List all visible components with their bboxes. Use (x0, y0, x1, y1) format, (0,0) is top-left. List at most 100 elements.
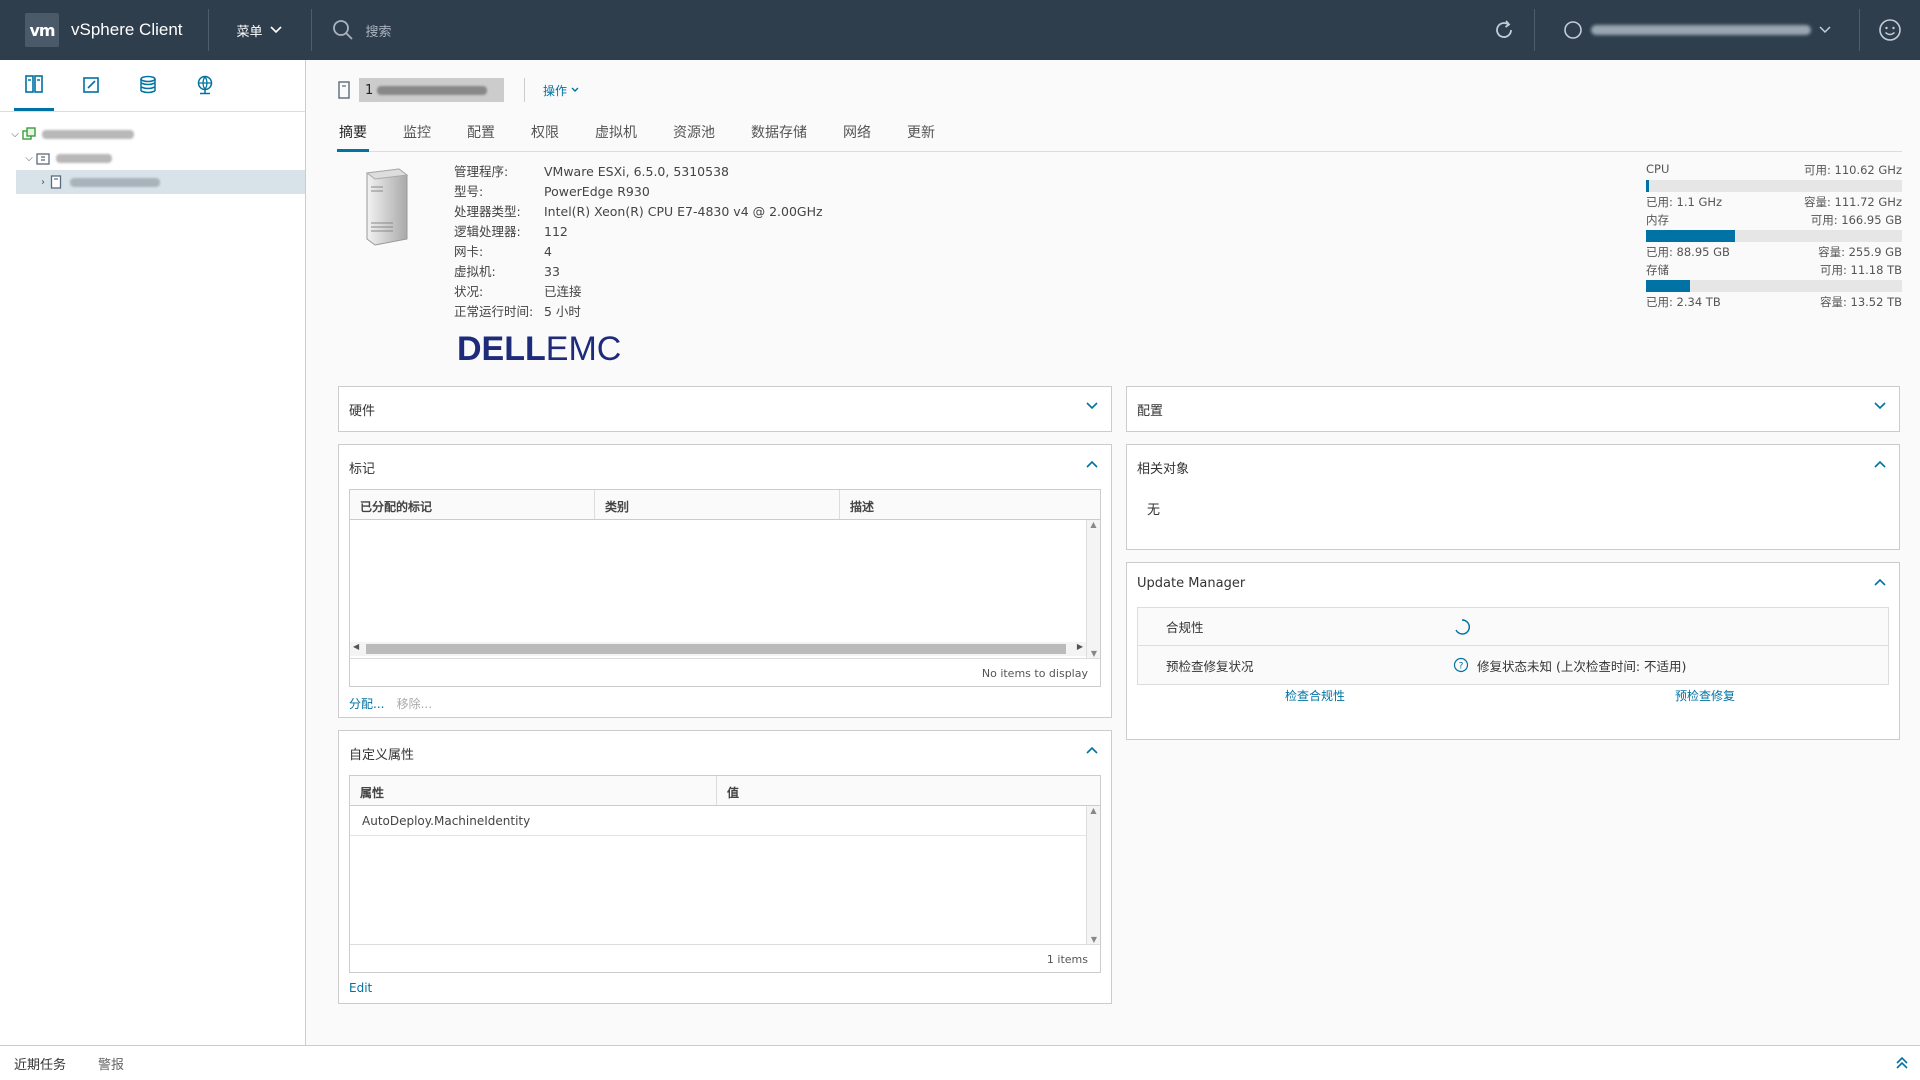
configuration-panel-title: 配置 (1137, 404, 1164, 419)
app-title[interactable]: vSphere Client (71, 20, 183, 40)
tab-vms[interactable]: 虚拟机 (593, 122, 639, 152)
actions-menu[interactable]: 操作 (524, 78, 580, 102)
expand-up-icon[interactable] (1894, 1055, 1910, 1071)
bottom-bar: 近期任务 警报 (0, 1045, 1920, 1080)
tree-node-host[interactable]: › (16, 170, 305, 194)
object-title: 1 (359, 78, 504, 102)
search-placeholder: 搜索 (365, 24, 392, 40)
vcenter-name-redacted (42, 129, 134, 139)
chevron-down-icon[interactable]: ⌵ (8, 129, 22, 140)
menu-label: 菜单 (236, 24, 263, 40)
chevron-right-icon[interactable]: › (36, 177, 50, 188)
host-properties: 管理程序: VMware ESXi, 6.5.0, 5310538 型号: Powe… (454, 162, 823, 322)
prop-nics: 网卡: 4 (454, 244, 552, 259)
tree-node-datacenter[interactable]: ⌵ (0, 146, 305, 170)
help-icon[interactable]: ? (1453, 657, 1469, 673)
tab-permissions[interactable]: 权限 (529, 122, 561, 152)
tags-grid: 已分配的标记 类别 描述 ▲ ▼ ◀ ▶ No items to display (349, 489, 1101, 687)
chevron-down-icon[interactable] (1873, 399, 1887, 413)
prop-processor-type: 处理器类型: Intel(R) Xeon(R) CPU E7-4830 v4 @ … (454, 204, 823, 219)
precheck-label: 预检查修复状况 (1166, 658, 1254, 674)
vm-logo[interactable]: vm (25, 13, 59, 47)
update-manager-table: 合规性 预检查修复状况 ? 修复状态未知 (上次检查时间: 不适用) (1137, 607, 1889, 685)
object-name-redacted (377, 85, 488, 95)
top-header: vm vSphere Client 菜单 搜索 (0, 0, 1920, 60)
assign-tag-link[interactable]: 分配... (349, 697, 384, 711)
dell-emc-logo: DELLEMC (457, 330, 622, 368)
tree-node-vcenter[interactable]: ⌵ (0, 122, 305, 146)
tab-vms-templates[interactable] (71, 59, 111, 111)
vms-templates-icon (83, 77, 99, 93)
tab-networking[interactable] (185, 59, 225, 111)
menu-button[interactable]: 菜单 (237, 21, 283, 40)
col-value[interactable]: 值 (717, 776, 1100, 805)
refresh-button[interactable] (1474, 0, 1534, 60)
update-manager-title: Update Manager (1137, 576, 1246, 591)
chevron-down-icon (1819, 26, 1831, 34)
tab-hosts-clusters[interactable] (14, 59, 54, 111)
horizontal-scrollbar[interactable]: ◀ ▶ (350, 642, 1086, 656)
tags-panel: 标记 已分配的标记 类别 描述 ▲ ▼ ◀ ▶ No items to disp… (338, 444, 1112, 718)
precheck-value: 修复状态未知 (上次检查时间: 不适用) (1477, 658, 1687, 674)
hosts-clusters-icon (25, 74, 43, 93)
header-divider (207, 9, 209, 51)
tags-grid-header: 已分配的标记 类别 描述 (350, 490, 1100, 520)
tab-networks[interactable]: 网络 (841, 122, 873, 152)
chevron-up-icon[interactable] (1873, 575, 1887, 589)
user-name-redacted (1591, 25, 1811, 35)
svg-text:?: ? (1459, 662, 1464, 672)
tab-configure[interactable]: 配置 (465, 122, 497, 152)
user-icon (1564, 21, 1582, 39)
scroll-left-icon[interactable]: ◀ (353, 642, 359, 651)
chevron-up-icon[interactable] (1085, 743, 1099, 757)
chevron-down-icon[interactable] (1085, 399, 1099, 413)
precheck-row: 预检查修复状况 ? 修复状态未知 (上次检查时间: 不适用) (1138, 646, 1888, 684)
tab-updates[interactable]: 更新 (905, 122, 937, 152)
datacenter-icon (36, 153, 50, 165)
tab-resource-pools[interactable]: 资源池 (671, 122, 717, 152)
col-description[interactable]: 描述 (840, 490, 1100, 519)
tab-summary[interactable]: 摘要 (337, 122, 369, 152)
chevron-down-icon[interactable]: ⌵ (22, 153, 36, 164)
feedback-button[interactable] (1860, 0, 1920, 60)
tab-storage[interactable] (128, 59, 168, 111)
scroll-down-icon[interactable]: ▼ (1087, 935, 1101, 944)
alarms-tab[interactable]: 警报 (98, 1054, 124, 1073)
cpu-usage-bar (1646, 180, 1902, 192)
datacenter-name-redacted (56, 153, 112, 163)
vertical-scrollbar[interactable]: ▲ ▼ (1086, 806, 1100, 944)
hardware-panel[interactable]: 硬件 (338, 386, 1112, 432)
remove-tag-link: 移除... (396, 697, 433, 711)
horizontal-scroll-thumb[interactable] (366, 644, 1066, 654)
recent-tasks-tab[interactable]: 近期任务 (14, 1054, 66, 1073)
scroll-right-icon[interactable]: ▶ (1077, 642, 1083, 651)
smiley-icon (1879, 19, 1901, 41)
scroll-up-icon[interactable]: ▲ (1087, 806, 1100, 815)
tags-panel-title: 标记 (349, 462, 376, 477)
user-menu[interactable] (1535, 20, 1859, 40)
tab-monitor[interactable]: 监控 (401, 122, 433, 152)
storage-icon (140, 75, 156, 94)
chevron-up-icon[interactable] (1873, 457, 1887, 471)
col-attribute[interactable]: 属性 (350, 776, 717, 805)
configuration-panel[interactable]: 配置 (1126, 386, 1900, 432)
precheck-remediation-button[interactable]: 预检查修复 (1675, 687, 1735, 704)
edit-link[interactable]: Edit (349, 981, 372, 995)
scroll-down-icon[interactable]: ▼ (1087, 649, 1101, 658)
custom-attributes-header: 属性 值 (350, 776, 1100, 806)
check-compliance-button[interactable]: 检查合规性 (1285, 687, 1345, 704)
col-category[interactable]: 类别 (595, 490, 840, 519)
scroll-up-icon[interactable]: ▲ (1087, 520, 1100, 529)
prop-logical-processors: 逻辑处理器: 112 (454, 224, 568, 239)
tab-datastores[interactable]: 数据存储 (749, 122, 809, 152)
actions-label: 操作 (543, 83, 568, 98)
table-row[interactable]: AutoDeploy.MachineIdentity (350, 806, 1086, 836)
related-objects-panel: 相关对象 无 (1126, 444, 1900, 550)
host-summary: 管理程序: VMware ESXi, 6.5.0, 5310538 型号: Powe… (337, 162, 1902, 382)
chevron-up-icon[interactable] (1085, 457, 1099, 471)
navigator-tabs (0, 60, 305, 112)
host-icon (338, 81, 350, 99)
search-input[interactable]: 搜索 (332, 19, 632, 41)
col-assigned-tag[interactable]: 已分配的标记 (350, 490, 595, 519)
vertical-scrollbar[interactable]: ▲ ▼ (1086, 520, 1100, 658)
